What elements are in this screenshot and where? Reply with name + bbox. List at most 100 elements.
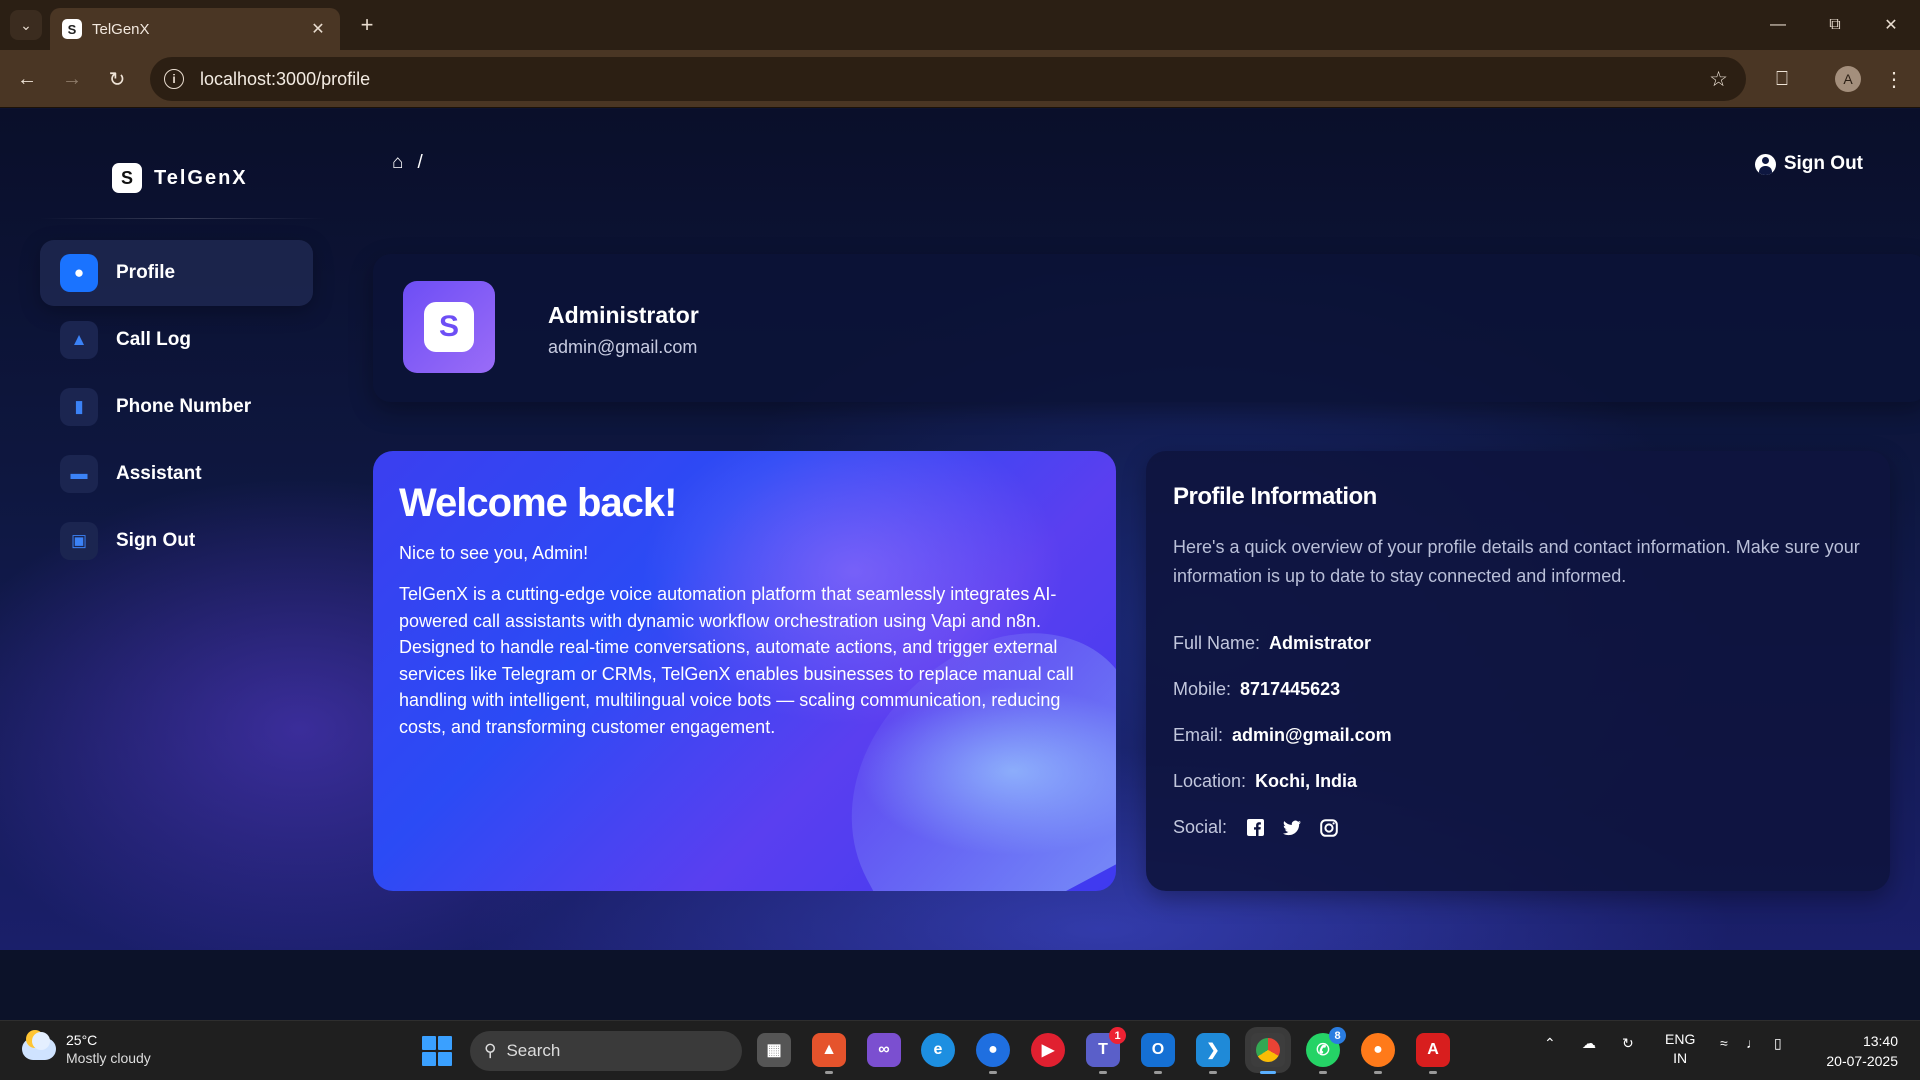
profile-information-card: Profile Information Here's a quick overv…	[1146, 451, 1890, 891]
maps-pin-icon[interactable]: ●	[976, 1033, 1010, 1074]
breadcrumb: ⌂ /	[392, 152, 423, 174]
welcome-card: Welcome back! Nice to see you, Admin! Te…	[373, 451, 1116, 891]
document-icon: ▣	[60, 522, 98, 560]
weather-widget[interactable]: 25°C Mostly cloudy	[22, 1030, 151, 1067]
visual-studio-icon[interactable]: ∞	[867, 1033, 901, 1067]
welcome-description: TelGenX is a cutting-edge voice automati…	[399, 584, 1074, 737]
browser-menu-icon[interactable]: ⋮	[1876, 61, 1912, 97]
profile-info-title: Profile Information	[1173, 483, 1377, 510]
clock[interactable]: 13:40 20-07-2025	[1826, 1031, 1898, 1071]
whatsapp-icon[interactable]: ✆ 8	[1306, 1027, 1346, 1074]
sign-out-button[interactable]: Sign Out	[1754, 153, 1863, 175]
url-text[interactable]: localhost:3000/profile	[200, 69, 370, 90]
close-tab-icon[interactable]: ✕	[308, 19, 328, 39]
firefox-icon[interactable]: ●	[1361, 1033, 1395, 1074]
minimize-window-button[interactable]: —	[1749, 0, 1807, 50]
vscode-icon[interactable]: ❯	[1196, 1033, 1230, 1074]
reload-button[interactable]: ↻	[99, 61, 135, 97]
search-label: Search	[506, 1041, 561, 1060]
profile-header-card: S Administrator admin@gmail.com	[373, 254, 1920, 402]
sidebar: ● Profile ▲ Call Log ▮ Phone Number ▬ As…	[40, 240, 313, 575]
profile-email: admin@gmail.com	[548, 337, 698, 357]
task-view-icon[interactable]: ▦	[757, 1033, 791, 1067]
sidebar-item-call-log[interactable]: ▲ Call Log	[40, 307, 313, 373]
user-icon: ●	[60, 254, 98, 292]
page-footer-area	[0, 950, 1920, 1020]
email-label: Email:	[1173, 725, 1224, 745]
address-bar-row: ← → ↻ i localhost:3000/profile ☆ ⎕ A ⋮	[0, 50, 1920, 108]
social-label: Social:	[1173, 817, 1228, 837]
new-tab-button[interactable]: +	[352, 10, 382, 40]
app-page: S TelGenX ● Profile ▲ Call Log ▮ Phone N…	[0, 109, 1920, 950]
edge-icon[interactable]: e	[921, 1033, 955, 1067]
time: 13:40	[1862, 1033, 1898, 1049]
favicon-icon: S	[62, 19, 82, 39]
location-value: Kochi, India	[1255, 771, 1358, 791]
profile-info-description: Here's a quick overview of your profile …	[1173, 537, 1860, 586]
whatsapp-badge: 8	[1329, 1027, 1346, 1044]
restore-window-button[interactable]: ⧉	[1806, 0, 1864, 50]
brand[interactable]: S TelGenX	[112, 163, 248, 193]
chrome-icon[interactable]	[1251, 1033, 1285, 1074]
outlook-icon[interactable]: O	[1141, 1033, 1175, 1074]
avatar: S	[403, 281, 495, 373]
sidebar-item-profile[interactable]: ● Profile	[40, 240, 313, 306]
back-button[interactable]: ←	[9, 61, 45, 97]
mobile-label: Mobile:	[1173, 679, 1232, 699]
sign-out-label: Sign Out	[1783, 153, 1863, 174]
sidebar-item-label: Profile	[116, 262, 176, 283]
sidebar-item-label: Phone Number	[116, 396, 252, 417]
date: 20-07-2025	[1826, 1053, 1898, 1069]
twitter-icon[interactable]	[1283, 819, 1302, 837]
full-name-row: Full Name: Admistrator	[1173, 633, 1371, 654]
extensions-icon[interactable]: ⎕	[1764, 61, 1800, 97]
weather-cloud-icon	[22, 1030, 56, 1060]
site-info-icon[interactable]: i	[164, 69, 184, 89]
volume-icon[interactable]: ♩	[1746, 1035, 1760, 1051]
brand-logo-icon: S	[112, 163, 142, 193]
weather-condition: Mostly cloudy	[66, 1050, 151, 1066]
teams-icon[interactable]: T1	[1086, 1027, 1126, 1074]
breadcrumb-separator: /	[417, 152, 423, 173]
close-window-button[interactable]: ✕	[1862, 0, 1920, 50]
forward-button[interactable]: →	[54, 61, 90, 97]
show-hidden-icons[interactable]: ⌃	[1544, 1035, 1556, 1052]
browser-tab[interactable]: S TelGenX ✕	[50, 8, 340, 50]
search-icon: ⚲	[484, 1041, 497, 1060]
sync-icon[interactable]: ↻	[1622, 1035, 1634, 1052]
welcome-subtitle: Nice to see you, Admin!	[399, 543, 589, 563]
wifi-icon[interactable]: ≈	[1720, 1035, 1728, 1051]
email-row: Email: admin@gmail.com	[1173, 725, 1392, 746]
media-player-icon[interactable]: ▶	[1031, 1033, 1065, 1067]
location-row: Location: Kochi, India	[1173, 771, 1357, 792]
windows-start-icon[interactable]	[422, 1036, 452, 1066]
language-indicator[interactable]: ENG IN	[1665, 1030, 1695, 1068]
language-code: ENG	[1665, 1031, 1696, 1047]
brand-logo-icon: S	[424, 302, 474, 352]
bar-chart-icon: ▮	[60, 388, 98, 426]
tab-search-button[interactable]: ⌄	[10, 10, 42, 40]
tab-title: TelGenX	[92, 20, 150, 38]
sidebar-item-sign-out[interactable]: ▣ Sign Out	[40, 508, 313, 574]
onedrive-icon[interactable]: ☁	[1582, 1035, 1596, 1052]
welcome-title: Welcome back!	[399, 481, 677, 525]
avatar: A	[1835, 66, 1861, 92]
facebook-icon[interactable]	[1246, 819, 1264, 837]
taskbar-search[interactable]: ⚲ Search	[470, 1031, 742, 1071]
sidebar-item-label: Sign Out	[116, 530, 196, 551]
teams-badge: 1	[1109, 1027, 1126, 1044]
profile-button[interactable]: A	[1830, 61, 1866, 97]
acrobat-icon[interactable]: A	[1416, 1033, 1450, 1074]
address-bar[interactable]: i localhost:3000/profile ☆	[150, 57, 1746, 101]
home-icon[interactable]: ⌂	[392, 152, 403, 174]
sidebar-item-assistant[interactable]: ▬ Assistant	[40, 441, 313, 507]
sidebar-item-phone-number[interactable]: ▮ Phone Number	[40, 374, 313, 440]
battery-icon[interactable]: ▯	[1774, 1035, 1782, 1052]
brave-icon[interactable]: ▲	[812, 1033, 846, 1074]
instagram-icon[interactable]	[1320, 818, 1338, 837]
mobile-row: Mobile: 8717445623	[1173, 679, 1340, 700]
location-label: Location:	[1173, 771, 1247, 791]
bookmark-star-icon[interactable]: ☆	[1709, 67, 1728, 92]
brand-name: TelGenX	[154, 166, 248, 189]
megaphone-icon: ▲	[60, 321, 98, 359]
